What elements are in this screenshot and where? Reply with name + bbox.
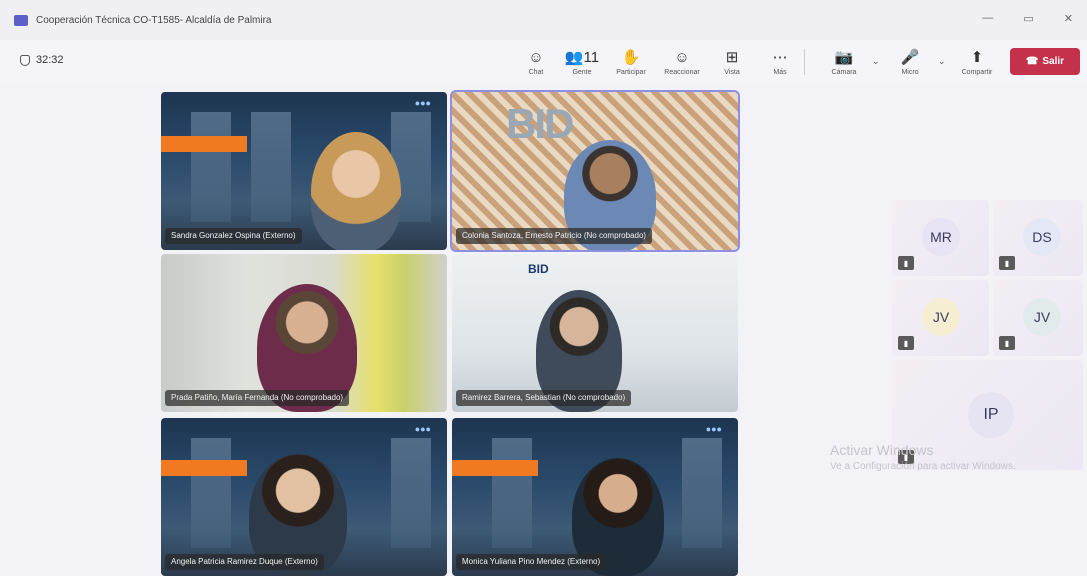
avatar: JV — [922, 298, 960, 336]
share-button[interactable]: ⬆ Compartir — [953, 43, 1001, 81]
background-window — [682, 438, 722, 548]
video-tile[interactable]: ●●● Monica Yuliana Pino Mendez (Externo) — [452, 418, 738, 576]
camera-options-chevron-icon[interactable]: ⌄ — [872, 56, 880, 67]
react-button[interactable]: ☺ Reaccionar — [658, 43, 706, 81]
window-title: Cooperación Técnica CO-T1585- Alcaldía d… — [36, 14, 272, 26]
corner-logo: ●●● — [414, 424, 431, 434]
participant-name: Colonia Santoza, Ernesto Patricio (No co… — [456, 228, 653, 244]
view-icon: ⊞ — [725, 48, 739, 66]
more-icon: ⋯ — [772, 48, 788, 66]
participant-name: Ramirez Barrera, Sebastian (No comprobad… — [456, 390, 632, 406]
background-window — [191, 112, 231, 222]
timer-value: 32:32 — [36, 54, 64, 66]
teams-logo-icon — [14, 14, 28, 26]
leave-button[interactable]: ☎ Salir — [1010, 48, 1080, 75]
react-icon: ☺ — [674, 48, 690, 66]
participant-avatar-tile[interactable]: JV ▮ — [993, 280, 1083, 356]
orange-banner — [452, 460, 538, 476]
chat-button[interactable]: ☺ Chat — [512, 43, 560, 81]
chat-icon: ☺ — [528, 48, 544, 66]
participant-video — [311, 132, 401, 250]
participant-name: Monica Yuliana Pino Mendez (Externo) — [456, 554, 607, 570]
window-controls: — ▭ ✕ — [982, 12, 1073, 25]
orange-banner — [161, 460, 247, 476]
view-button[interactable]: ⊞ Vista — [708, 43, 756, 81]
people-button[interactable]: 👥11 Gente — [558, 43, 606, 81]
mic-options-chevron-icon[interactable]: ⌄ — [938, 56, 946, 67]
mic-muted-icon: ▮ — [898, 336, 914, 350]
participant-avatar-tile[interactable]: JV ▮ — [892, 280, 989, 356]
participant-name: Prada Patiño, María Fernanda (No comprob… — [165, 390, 350, 406]
mic-muted-icon: ▮ — [999, 336, 1015, 350]
avatar: IP — [968, 392, 1014, 438]
background-window — [492, 438, 532, 548]
avatar: MR — [922, 218, 960, 256]
shield-icon — [20, 54, 30, 66]
video-tile[interactable]: BID Colonia Santoza, Ernesto Patricio (N… — [450, 90, 740, 252]
title-bar: Cooperación Técnica CO-T1585- Alcaldía d… — [0, 0, 1087, 40]
background-window — [191, 438, 231, 548]
avatar: JV — [1023, 298, 1061, 336]
background-window — [251, 112, 291, 222]
meeting-toolbar: 32:32 ☺ Chat 👥11 Gente ✋ Participar ☺ Re… — [0, 40, 1087, 84]
windows-activation-watermark: Activar Windows Ve a Configuración para … — [830, 442, 1016, 472]
raise-hand-button[interactable]: ✋ Participar — [607, 43, 655, 81]
bid-logo: BID — [528, 262, 549, 276]
mic-button[interactable]: 🎤 Micro — [886, 43, 934, 81]
video-tile[interactable]: ●●● Sandra Gonzalez Ospina (Externo) — [161, 92, 447, 250]
watermark-line1: Activar Windows — [830, 442, 934, 458]
background-window — [391, 438, 431, 548]
participant-name: Angela Patricia Ramirez Duque (Externo) — [165, 554, 324, 570]
video-stage: ●●● Sandra Gonzalez Ospina (Externo) BID… — [0, 84, 1087, 576]
bid-logo: BID — [506, 100, 574, 147]
corner-logo: ●●● — [414, 98, 431, 108]
toolbar-divider — [804, 49, 805, 75]
participant-avatar-tile[interactable]: MR ▮ — [892, 200, 989, 276]
camera-icon: 📷 — [834, 48, 854, 66]
close-button[interactable]: ✕ — [1064, 12, 1073, 25]
hand-icon: ✋ — [621, 48, 641, 66]
more-button[interactable]: ⋯ Más — [756, 43, 804, 81]
camera-button[interactable]: 📷 Cámara — [820, 43, 868, 81]
participant-avatar-tile[interactable]: DS ▮ — [993, 200, 1083, 276]
phone-hangup-icon: ☎ — [1025, 56, 1039, 67]
minimize-button[interactable]: — — [982, 12, 993, 25]
mic-icon: 🎤 — [900, 48, 920, 66]
video-tile[interactable]: ●●● Angela Patricia Ramirez Duque (Exter… — [161, 418, 447, 576]
participant-name: Sandra Gonzalez Ospina (Externo) — [165, 228, 302, 244]
video-tile[interactable]: Prada Patiño, María Fernanda (No comprob… — [161, 254, 447, 412]
share-icon: ⬆ — [970, 48, 984, 66]
meeting-timer: 32:32 — [20, 54, 64, 66]
watermark-line2: Ve a Configuración para activar Windows. — [830, 461, 1016, 472]
maximize-button[interactable]: ▭ — [1023, 12, 1033, 25]
people-icon: 👥11 — [564, 48, 600, 66]
mic-muted-icon: ▮ — [999, 256, 1015, 270]
avatar: DS — [1023, 218, 1061, 256]
corner-logo: ●●● — [705, 424, 722, 434]
orange-banner — [161, 136, 247, 152]
video-tile[interactable]: BID Ramirez Barrera, Sebastian (No compr… — [452, 254, 738, 412]
mic-muted-icon: ▮ — [898, 256, 914, 270]
